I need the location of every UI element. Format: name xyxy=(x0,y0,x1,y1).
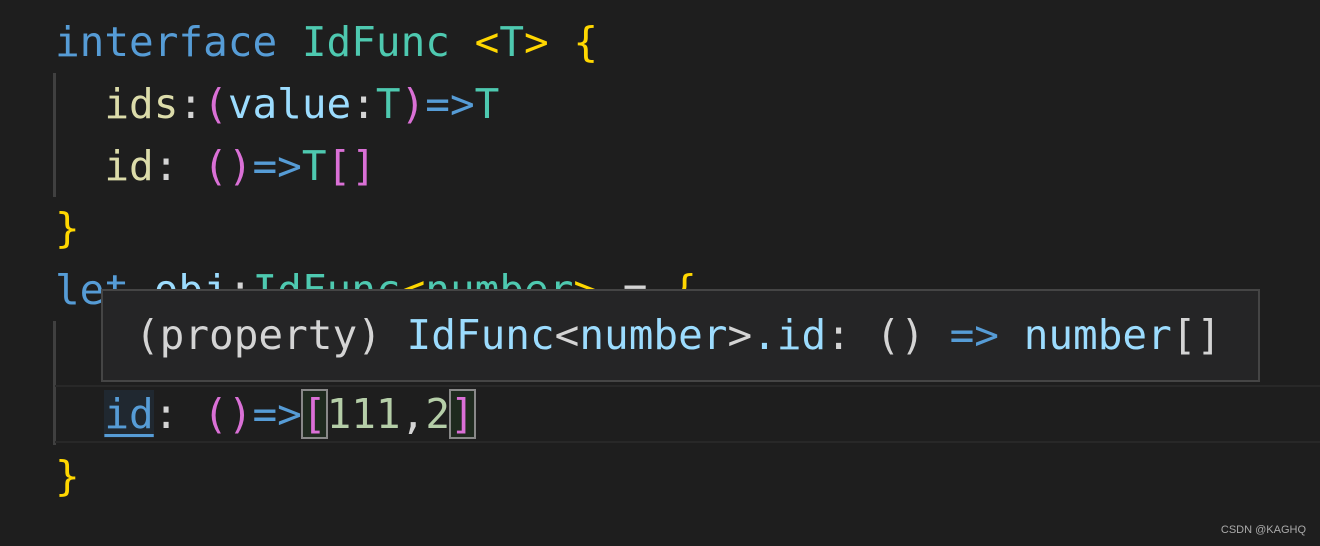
code-token: ids xyxy=(104,80,179,128)
code-line[interactable]: interface IdFunc <T> { xyxy=(55,11,598,73)
code-line[interactable]: id: ()=>T[] xyxy=(55,135,376,197)
code-token: => xyxy=(425,80,475,128)
tooltip-token: number xyxy=(1023,311,1172,359)
code-token: : xyxy=(153,142,204,190)
code-token: < xyxy=(474,18,500,66)
code-line[interactable]: } xyxy=(55,197,80,259)
code-editor[interactable]: interface IdFunc <T> { ids:(value:T)=>T … xyxy=(0,0,1320,546)
code-line[interactable]: } xyxy=(55,445,80,507)
code-token: T xyxy=(474,80,500,128)
code-token: 111 xyxy=(326,390,401,438)
tooltip-token: (property) xyxy=(135,311,382,359)
code-token: > xyxy=(524,18,549,66)
code-token: ) xyxy=(227,390,253,438)
code-token: ) xyxy=(400,80,426,128)
code-token: 2 xyxy=(425,390,450,438)
code-token: T xyxy=(375,80,401,128)
code-token: } xyxy=(55,204,80,252)
code-token: ] xyxy=(449,389,476,439)
code-line[interactable]: ids:(value:T)=>T xyxy=(55,73,499,135)
code-token: => xyxy=(252,142,302,190)
code-token: ( xyxy=(203,390,228,438)
code-token: : xyxy=(351,80,376,128)
tooltip-token: > xyxy=(727,311,753,359)
tooltip-token: number xyxy=(579,311,728,359)
code-token: ] xyxy=(351,142,376,190)
code-token: ) xyxy=(227,142,253,190)
code-token: value xyxy=(227,80,352,128)
tooltip-token: => xyxy=(924,311,1024,359)
hover-tooltip: (property) IdFunc<number>.id: () => numb… xyxy=(101,289,1260,382)
code-line[interactable] xyxy=(55,321,104,383)
code-token: interface xyxy=(55,18,278,66)
code-token: [ xyxy=(326,142,352,190)
code-token: IdFunc xyxy=(301,18,450,66)
tooltip-token: () xyxy=(875,311,925,359)
code-token: [ xyxy=(300,389,328,439)
code-token: T xyxy=(301,142,327,190)
tooltip-token: [] xyxy=(1171,311,1222,359)
code-token: : xyxy=(178,80,204,128)
code-token: { xyxy=(573,18,599,66)
code-token: , xyxy=(400,390,426,438)
tooltip-token: .id xyxy=(752,311,827,359)
code-token: => xyxy=(252,390,302,438)
tooltip-token: IdFunc xyxy=(381,311,555,359)
code-token: id xyxy=(104,142,154,190)
tooltip-token: < xyxy=(554,311,580,359)
code-line[interactable]: id: ()=>[111,2] xyxy=(55,383,476,445)
code-token: ( xyxy=(203,80,228,128)
watermark: CSDN @KAGHQ xyxy=(1220,524,1306,536)
code-token: } xyxy=(55,452,80,500)
code-token: ( xyxy=(203,142,228,190)
code-token: id xyxy=(104,390,154,438)
code-token: : xyxy=(153,390,204,438)
tooltip-token: : xyxy=(826,311,876,359)
code-token: T xyxy=(499,18,525,66)
